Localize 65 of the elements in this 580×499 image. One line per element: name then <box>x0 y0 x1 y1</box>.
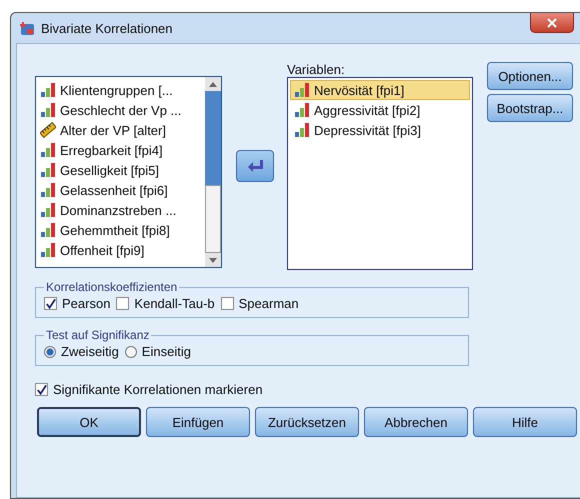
variable-item[interactable]: Alter der VP [alter] <box>36 120 205 140</box>
variable-item[interactable]: Depressivität [fpi3] <box>290 120 470 140</box>
bar-chart-icon <box>294 102 310 118</box>
variable-item[interactable]: Geselligkeit [fpi5] <box>36 160 205 180</box>
variable-item[interactable]: Offenheit [fpi9] <box>36 240 205 260</box>
bar-chart-icon <box>40 82 56 98</box>
variable-item[interactable]: Gehemmtheit [fpi8] <box>36 220 205 240</box>
variable-label: Geschlecht der Vp ... <box>60 102 182 118</box>
close-button[interactable] <box>530 13 574 33</box>
checkbox[interactable] <box>35 383 48 396</box>
checkbox[interactable] <box>116 297 130 310</box>
bar-chart-icon <box>40 242 56 258</box>
checkbox-label: Signifikante Korrelationen markieren <box>53 382 263 397</box>
variables-label: Variablen: <box>287 62 346 77</box>
scroll-up-icon[interactable] <box>209 82 217 86</box>
bar-chart-icon <box>40 182 56 198</box>
group-title: Korrelationskoeffizienten <box>45 280 178 294</box>
dialog-button[interactable]: Einfügen <box>146 407 250 437</box>
scroll-down-icon[interactable] <box>209 258 217 262</box>
variable-item[interactable]: Klientengruppen [... <box>36 80 205 100</box>
variable-label: Offenheit [fpi9] <box>60 242 144 258</box>
checkbox-label: Kendall-Tau-b <box>134 296 215 311</box>
radio-button[interactable] <box>44 346 56 358</box>
bar-chart-icon <box>40 202 56 218</box>
variable-label: Nervösität [fpi1] <box>314 82 404 98</box>
bar-chart-icon <box>40 162 56 178</box>
dialog-button[interactable]: Bootstrap... <box>487 94 573 122</box>
dialog-button[interactable]: Zurücksetzen <box>255 407 359 437</box>
checkbox[interactable] <box>44 297 57 310</box>
variable-label: Erregbarkeit [fpi4] <box>60 142 163 158</box>
variable-item[interactable]: Erregbarkeit [fpi4] <box>36 140 205 160</box>
variable-item[interactable]: Dominanzstreben ... <box>36 200 205 220</box>
variable-label: Gehemmtheit [fpi8] <box>60 222 170 238</box>
variable-label: Klientengruppen [... <box>60 82 173 98</box>
checkbox-label: Pearson <box>62 296 110 311</box>
variable-item[interactable]: Nervösität [fpi1] <box>290 80 470 100</box>
window-title: Bivariate Korrelationen <box>41 20 173 36</box>
variable-label: Gelassenheit [fpi6] <box>60 182 168 198</box>
radio-label: Zweiseitig <box>61 344 119 359</box>
bar-chart-icon <box>294 122 310 138</box>
group-title: Test auf Signifikanz <box>45 328 150 342</box>
radio-label: Einseitig <box>142 344 191 359</box>
checkbox-label: Spearman <box>238 296 299 311</box>
close-icon <box>547 18 557 28</box>
move-button[interactable] <box>236 150 274 182</box>
bar-chart-icon <box>40 102 56 118</box>
dialog-button[interactable]: Abbrechen <box>364 407 468 437</box>
variable-label: Dominanzstreben ... <box>60 202 176 218</box>
bar-chart-icon <box>40 222 56 238</box>
variable-item[interactable]: Geschlecht der Vp ... <box>36 100 205 120</box>
variable-item[interactable]: Aggressivität [fpi2] <box>290 100 470 120</box>
variable-label: Alter der VP [alter] <box>60 122 166 138</box>
variable-label: Aggressivität [fpi2] <box>314 102 420 118</box>
variable-label: Depressivität [fpi3] <box>314 122 421 138</box>
dialog-button[interactable]: Optionen... <box>487 62 573 90</box>
scrollbar[interactable] <box>205 77 221 267</box>
bar-chart-icon <box>40 142 56 158</box>
dialog-button[interactable]: OK <box>37 407 141 437</box>
bar-chart-icon <box>294 82 310 98</box>
checkbox[interactable] <box>220 297 234 310</box>
variable-label: Geselligkeit [fpi5] <box>60 162 159 178</box>
variable-item[interactable]: Gelassenheit [fpi6] <box>36 180 205 200</box>
radio-button[interactable] <box>124 346 137 358</box>
dialog-button[interactable]: Hilfe <box>473 407 577 437</box>
return-arrow-icon <box>246 159 262 173</box>
